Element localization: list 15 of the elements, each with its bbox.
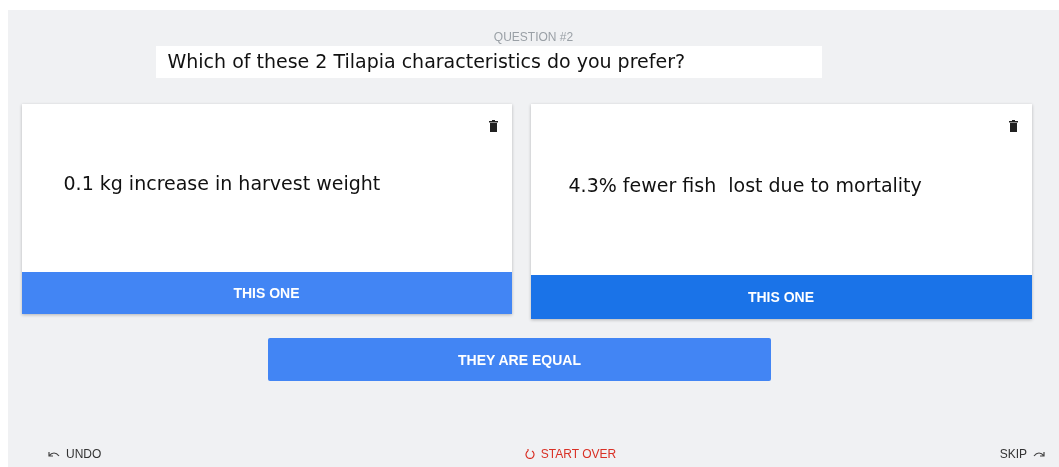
trash-icon[interactable] — [488, 120, 498, 132]
start-over-link[interactable]: START OVER — [524, 447, 617, 461]
undo-icon — [48, 450, 60, 458]
restart-icon — [524, 449, 535, 459]
option-text: 4.3% fewer fish lost due to mortality — [567, 172, 923, 198]
choose-button[interactable]: THIS ONE — [21, 272, 512, 314]
choose-button[interactable]: THIS ONE — [530, 275, 1032, 319]
option-text: 0.1 kg increase in harvest weight — [62, 171, 382, 196]
trash-icon[interactable] — [1008, 120, 1018, 132]
question-number: QUESTION #2 — [493, 30, 574, 44]
question-text: Which of these 2 Tilapia characteristics do you prefer? — [155, 46, 822, 78]
equal-button[interactable]: THEY ARE EQUAL — [268, 338, 771, 381]
undo-link[interactable]: UNDO — [48, 447, 102, 461]
redo-icon — [1033, 450, 1045, 458]
skip-link[interactable]: SKIP — [999, 447, 1045, 461]
